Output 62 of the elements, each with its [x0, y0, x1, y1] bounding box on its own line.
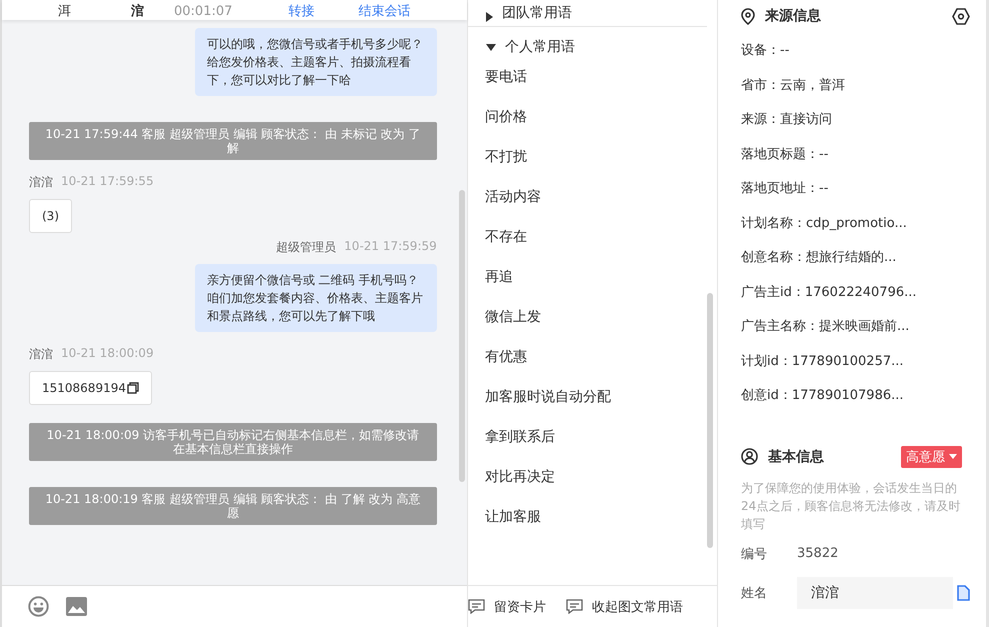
message-icon [468, 599, 485, 614]
phrase-item[interactable]: 让加客服 [468, 507, 707, 527]
footer-button[interactable]: 收起图文常用语 [566, 598, 683, 616]
customer-name: 涫 [131, 3, 144, 20]
message-time: 10-21 17:59:55 [61, 174, 154, 190]
sender-name: 超级管理员 [276, 239, 336, 256]
phrase-group-toggle[interactable]: 个人常用语 [468, 27, 707, 67]
settings-icon[interactable] [952, 8, 970, 24]
status-dropdown[interactable]: 高意愿 [901, 446, 962, 468]
image-icon[interactable] [66, 597, 87, 616]
system-notice: 10-21 18:00:19 客服 超级管理员 编辑 顾客状态： 由 了解 改为 高意愿 [29, 487, 437, 525]
sender-name: 涫涫 [29, 174, 53, 191]
document-icon[interactable] [957, 584, 970, 600]
phrase-item[interactable]: 再追 [468, 267, 707, 287]
phrase-item[interactable]: 加客服时说自动分配 [468, 387, 707, 407]
message-time: 10-21 18:00:09 [61, 346, 154, 362]
message-icon [566, 599, 583, 614]
phrase-item[interactable]: 问价格 [468, 107, 707, 127]
section-title: 基本信息 [768, 448, 824, 466]
name-input[interactable]: 涫涫 [797, 576, 953, 608]
source-field: 设备：-- [741, 42, 970, 60]
location-pin-icon [741, 8, 755, 24]
field-label: 姓名 [741, 584, 768, 602]
source-field: 落地页标题：-- [741, 146, 970, 164]
session-duration: 00:01:07 [174, 3, 232, 20]
source-field: 创意id：177890107986... [741, 387, 970, 405]
footer-button[interactable]: 留资卡片 [468, 598, 546, 616]
emoji-icon[interactable] [28, 596, 49, 617]
phrase-item[interactable]: 微信上发 [468, 307, 707, 327]
phrase-item[interactable]: 不打扰 [468, 147, 707, 167]
header-link[interactable]: 结束会话 [358, 3, 410, 20]
user-icon [741, 448, 758, 465]
message-text: 15108689194 [42, 381, 126, 395]
customer-name: 洱 [58, 3, 71, 20]
copy-icon[interactable] [126, 382, 139, 394]
phrase-item[interactable]: 活动内容 [468, 187, 707, 207]
message-time: 10-21 17:59:59 [344, 239, 437, 255]
system-notice: 10-21 17:59:44 客服 超级管理员 编辑 顾客状态： 由 未标记 改为 了解 [29, 122, 437, 160]
section-title: 来源信息 [765, 7, 821, 25]
phrase-item[interactable]: 对比再决定 [468, 467, 707, 487]
field-value: 35822 [797, 546, 838, 561]
message-text: (3) [42, 209, 59, 223]
phrase-group-toggle[interactable]: 团队常用语 [468, 0, 707, 22]
system-notice: 10-21 18:00:09 访客手机号已自动标记右侧基本信息栏，如需修改请在基本信息栏直接操作 [29, 423, 437, 461]
sender-name: 涫涫 [29, 346, 53, 363]
phrase-item[interactable]: 不存在 [468, 227, 707, 247]
source-field: 落地页地址：-- [741, 180, 970, 198]
field-label: 编号 [741, 546, 768, 562]
notice-text: 为了保障您的使用体验，会话发生当日的24点之后，顾客信息将无法修改，请及时填写 [741, 480, 962, 532]
agent-message: 可以的哦，您微信号或者手机号多少呢？给您发价格表、主题客片、拍摄流程看下，您可以对比了解一下哈 [194, 28, 437, 96]
source-field: 计划id：177890100257... [741, 352, 970, 370]
phrase-item[interactable]: 要电话 [468, 67, 707, 87]
source-field: 来源：直接访问 [741, 111, 970, 129]
source-field: 广告主名称：提米映画婚前... [741, 318, 970, 336]
phrase-item[interactable]: 拿到联系后 [468, 427, 707, 447]
header-link[interactable]: 转接 [288, 3, 314, 20]
agent-message: 亲方便留个微信号或 二维码 手机号吗？咱们加您发套餐内容、价格表、主题客片和景点路线，您可以先了解下哦 [194, 264, 437, 332]
source-field: 省市：云南，普洱 [741, 76, 970, 94]
source-field: 计划名称：cdp_promotio... [741, 214, 970, 232]
source-field: 创意名称：想旅行结婚的... [741, 249, 970, 267]
source-field: 广告主id：176022240796... [741, 284, 970, 302]
phrase-item[interactable]: 有优惠 [468, 347, 707, 367]
